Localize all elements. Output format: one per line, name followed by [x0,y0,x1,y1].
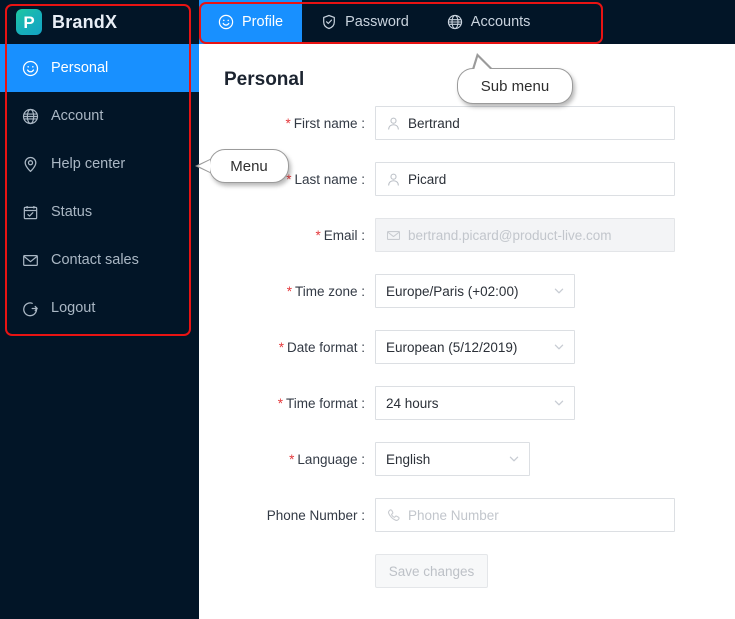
smiley-icon [22,60,39,77]
shield-check-icon [321,14,337,30]
required-asterisk: * [278,339,284,355]
last-name-value: Picard [408,171,447,187]
page-title: Personal [224,69,305,90]
brand-logo-area[interactable]: P BrandX [0,0,199,44]
tab-password-label: Password [345,14,409,30]
envelope-icon [22,252,39,269]
sidebar-item-help-center-label: Help center [51,156,126,172]
sidebar-item-logout-label: Logout [51,300,96,316]
envelope-icon [386,228,401,243]
globe-icon [22,108,39,125]
main-content: Personal * First name : Bertrand * Last … [199,44,735,619]
map-pin-icon [22,156,39,173]
tab-accounts-label: Accounts [470,14,531,30]
first-name-label: * First name : [285,115,365,131]
sidebar-item-contact-sales[interactable]: Contact sales [0,236,199,284]
sidebar: P BrandX Personal Account Help center St… [0,0,199,619]
tab-profile[interactable]: Profile [199,0,303,44]
sidebar-item-help-center[interactable]: Help center [0,140,199,188]
form-row-time-format: * Time format : 24 hours [199,386,735,420]
chevron-down-icon [554,398,564,408]
required-asterisk: * [277,395,283,411]
time-zone-label: * Time zone : [286,283,365,299]
phone-number-label: Phone Number : [266,507,365,523]
sidebar-item-status[interactable]: Status [0,188,199,236]
date-format-value: European (5/12/2019) [386,339,518,355]
tab-password[interactable]: Password [302,0,428,44]
callout-tail-inner [474,57,491,70]
time-format-value: 24 hours [386,395,439,411]
user-icon [386,172,401,187]
tab-profile-label: Profile [242,14,284,30]
brandx-logo-icon: P [16,9,42,35]
email-placeholder: bertrand.picard@product-live.com [408,227,612,243]
sidebar-item-personal-label: Personal [51,60,109,76]
calendar-check-icon [22,204,39,221]
brand-name: BrandX [52,11,118,32]
sidebar-item-contact-sales-label: Contact sales [51,252,139,268]
language-value: English [386,451,431,467]
form-row-actions: Save changes [199,554,735,588]
required-asterisk: * [286,283,292,299]
form-row-date-format: * Date format : European (5/12/2019) [199,330,735,364]
chevron-down-icon [509,454,519,464]
date-format-label: * Date format : [278,339,365,355]
callout-menu: Menu [195,149,289,183]
callout-sub-menu-label: Sub menu [480,77,550,95]
language-label: * Language : [289,451,365,467]
phone-number-placeholder: Phone Number [408,507,499,523]
last-name-field[interactable]: Picard [375,162,675,196]
form-row-time-zone: * Time zone : Europe/Paris (+02:00) [199,274,735,308]
callout-menu-label: Menu [230,157,268,175]
email-label: * Email : [315,227,365,243]
time-zone-select[interactable]: Europe/Paris (+02:00) [375,274,575,308]
language-select[interactable]: English [375,442,530,476]
sidebar-item-status-label: Status [51,204,93,220]
callout-tail-inner [198,160,210,172]
tab-accounts[interactable]: Accounts [428,0,550,44]
chevron-down-icon [554,342,564,352]
time-zone-value: Europe/Paris (+02:00) [386,283,519,299]
smiley-icon [218,14,234,30]
time-format-select[interactable]: 24 hours [375,386,575,420]
sidebar-nav: Personal Account Help center Status Cont… [0,44,199,332]
save-changes-button[interactable]: Save changes [375,554,488,588]
email-field: bertrand.picard@product-live.com [375,218,675,252]
phone-icon [386,508,401,523]
form-row-language: * Language : English [199,442,735,476]
required-asterisk: * [315,227,321,243]
globe-icon [447,14,463,30]
form-row-first-name: * First name : Bertrand [199,106,735,140]
first-name-field[interactable]: Bertrand [375,106,675,140]
callout-sub-menu: Sub menu [457,53,573,104]
user-icon [386,116,401,131]
time-format-label: * Time format : [277,395,365,411]
sub-menu-tabs: Profile Password Accounts [199,0,549,44]
form-row-email: * Email : bertrand.picard@product-live.co… [199,218,735,252]
chevron-down-icon [554,286,564,296]
sidebar-item-account-label: Account [51,108,104,124]
sidebar-item-account[interactable]: Account [0,92,199,140]
required-asterisk: * [289,451,295,467]
app-window: Profile Password Accounts P BrandX Perso… [0,0,735,619]
sidebar-item-personal[interactable]: Personal [0,44,199,92]
date-format-select[interactable]: European (5/12/2019) [375,330,575,364]
phone-number-field[interactable]: Phone Number [375,498,675,532]
form-row-phone-number: Phone Number : Phone Number [199,498,735,532]
logout-icon [22,300,39,317]
required-asterisk: * [285,115,291,131]
first-name-value: Bertrand [408,115,460,131]
sidebar-item-logout[interactable]: Logout [0,284,199,332]
